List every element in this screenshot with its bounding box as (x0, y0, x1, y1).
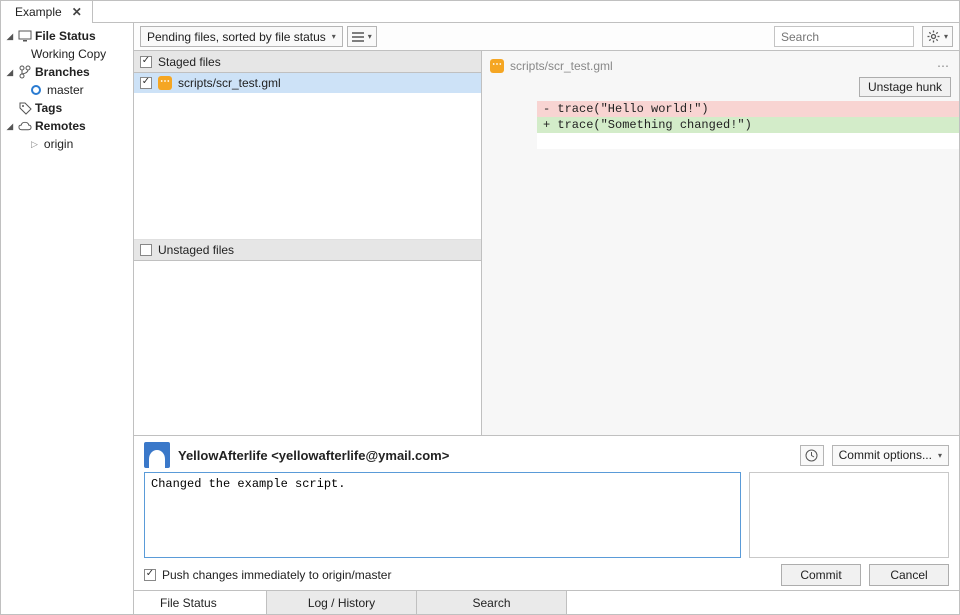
file-checkbox[interactable] (140, 77, 152, 89)
sidebar-branch-label: master (47, 83, 84, 97)
tag-icon (18, 101, 32, 115)
commit-author: YellowAfterlife <yellowafterlife@ymail.c… (178, 448, 449, 463)
push-label: Push changes immediately to origin/maste… (162, 568, 391, 582)
unstage-hunk-button[interactable]: Unstage hunk (859, 77, 951, 97)
diff-file-header: scripts/scr_test.gml ⋯ (482, 51, 959, 75)
gear-icon (927, 30, 940, 43)
chevron-down-icon[interactable] (5, 121, 15, 131)
filter-label: Pending files, sorted by file status (147, 30, 326, 44)
chevron-right-icon[interactable] (31, 139, 38, 150)
unstage-hunk-label: Unstage hunk (868, 80, 942, 94)
diff-added-line[interactable]: + trace("Something changed!") (537, 117, 959, 133)
tab-search[interactable]: Search (417, 591, 567, 614)
chevron-down-icon: ▾ (944, 32, 948, 41)
tab-search-label: Search (472, 596, 510, 610)
sidebar-item-remotes[interactable]: Remotes (1, 117, 133, 135)
sidebar-remote-label: origin (44, 137, 73, 151)
sidebar-file-status-label: File Status (35, 29, 96, 43)
commit-button-label: Commit (800, 568, 841, 582)
sidebar-tags-label: Tags (35, 101, 62, 115)
chevron-down-icon[interactable] (5, 31, 15, 41)
unstaged-checkbox[interactable] (140, 244, 152, 256)
unstaged-list (134, 261, 481, 435)
commit-message-input[interactable] (144, 472, 741, 558)
filter-dropdown[interactable]: Pending files, sorted by file status ▾ (140, 26, 343, 47)
tab-log-label: Log / History (308, 596, 375, 610)
clock-icon (805, 449, 818, 462)
more-icon[interactable]: ⋯ (937, 59, 951, 73)
chevron-down-icon[interactable] (5, 67, 15, 77)
cloud-icon (18, 119, 32, 133)
repo-tabbar: Example ✕ (1, 1, 959, 23)
commit-side-panel (749, 472, 949, 558)
file-lists-pane: Staged files scripts/scr_test.gml Unstag… (134, 51, 482, 435)
file-path: scripts/scr_test.gml (178, 76, 281, 90)
chevron-down-icon: ▾ (332, 32, 336, 41)
avatar (144, 442, 170, 468)
diff-file-path: scripts/scr_test.gml (510, 59, 613, 73)
view-mode-button[interactable]: ▾ (347, 26, 377, 47)
commit-options-label: Commit options... (839, 448, 932, 462)
sidebar-item-branch-master[interactable]: master (1, 81, 133, 99)
diff-removed-line[interactable]: - trace("Hello world!") (537, 101, 959, 117)
sidebar-item-working-copy[interactable]: Working Copy (1, 45, 133, 63)
sidebar-item-remote-origin[interactable]: origin (1, 135, 133, 153)
close-icon[interactable]: ✕ (72, 5, 82, 19)
unstaged-header-label: Unstaged files (158, 243, 234, 257)
bottom-tabbar: File Status Log / History Search (134, 590, 959, 614)
history-button[interactable] (800, 445, 824, 466)
repo-tab-label: Example (15, 5, 62, 19)
search-input[interactable] (779, 29, 938, 45)
cancel-button[interactable]: Cancel (869, 564, 949, 586)
tab-log-history[interactable]: Log / History (267, 591, 417, 614)
push-checkbox[interactable] (144, 569, 156, 581)
sidebar-branches-label: Branches (35, 65, 90, 79)
current-branch-icon (31, 85, 41, 95)
list-icon (352, 32, 364, 42)
modified-icon (158, 76, 172, 90)
staged-checkbox[interactable] (140, 56, 152, 68)
chevron-down-icon: ▾ (368, 32, 372, 41)
commit-button[interactable]: Commit (781, 564, 861, 586)
tab-file-status[interactable]: File Status (134, 591, 267, 614)
staged-header: Staged files (134, 51, 481, 73)
monitor-icon (18, 29, 32, 43)
chevron-down-icon: ▾ (938, 451, 942, 460)
commit-options-dropdown[interactable]: Commit options... ▾ (832, 445, 949, 466)
modified-icon (490, 59, 504, 73)
sidebar-remotes-label: Remotes (35, 119, 86, 133)
commit-panel: YellowAfterlife <yellowafterlife@ymail.c… (134, 435, 959, 590)
diff-context-line (537, 133, 959, 149)
sidebar-item-file-status[interactable]: File Status (1, 27, 133, 45)
tab-file-status-label: File Status (160, 596, 217, 610)
staged-file-row[interactable]: scripts/scr_test.gml (134, 73, 481, 93)
cancel-button-label: Cancel (890, 568, 927, 582)
settings-button[interactable]: ▾ (922, 26, 953, 47)
repo-tab-example[interactable]: Example ✕ (1, 1, 93, 23)
toolbar: Pending files, sorted by file status ▾ ▾ (134, 23, 959, 51)
sidebar-working-copy-label: Working Copy (31, 47, 106, 61)
diff-pane: scripts/scr_test.gml ⋯ Unstage hunk - tr… (482, 51, 959, 435)
staged-header-label: Staged files (158, 55, 221, 69)
branch-icon (18, 65, 32, 79)
search-box[interactable] (774, 26, 914, 47)
sidebar-item-tags[interactable]: Tags (1, 99, 133, 117)
sidebar-item-branches[interactable]: Branches (1, 63, 133, 81)
unstaged-header: Unstaged files (134, 239, 481, 261)
sidebar: File Status Working Copy Branches master (1, 23, 134, 614)
diff-body: - trace("Hello world!") + trace("Somethi… (482, 101, 959, 149)
